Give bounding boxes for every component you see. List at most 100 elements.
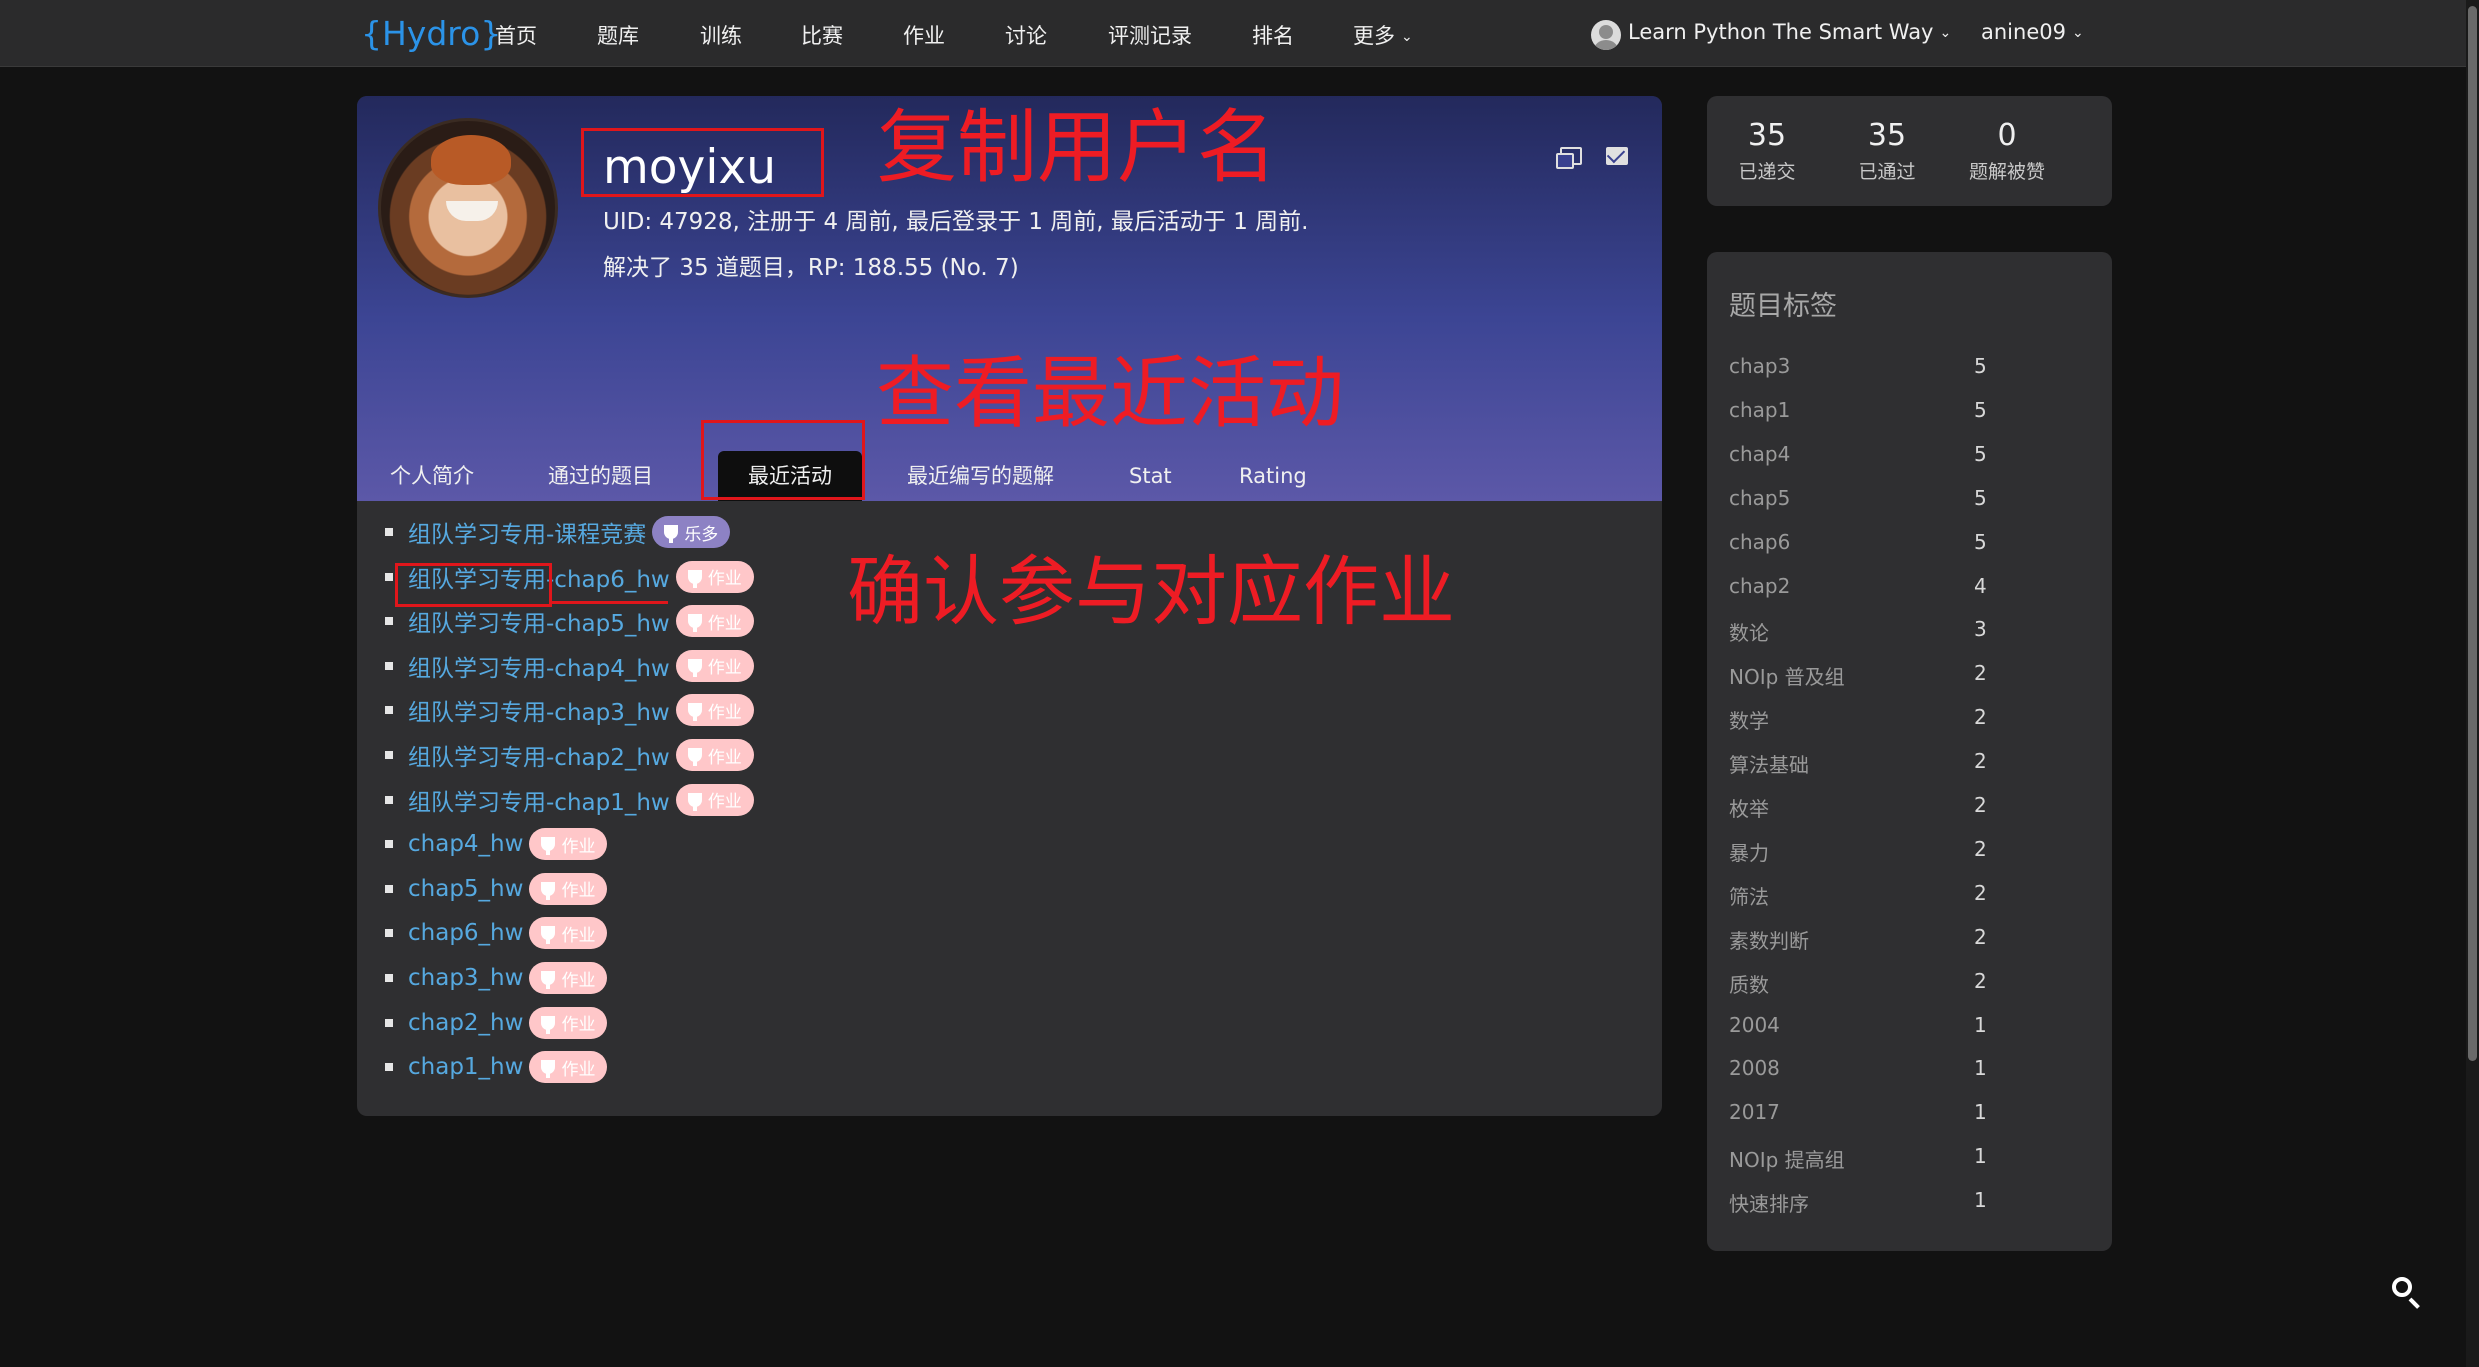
message-icon[interactable] [1556, 147, 1582, 169]
tag-row[interactable]: chap2 4 [1729, 574, 2029, 604]
tag-name[interactable]: NOIp 提高组 [1729, 1144, 1845, 1173]
tag-row[interactable]: chap5 5 [1729, 486, 2029, 516]
badge-label: 作业 [707, 613, 742, 634]
tag-name[interactable]: 2008 [1729, 1056, 1780, 1080]
tab-solved[interactable]: 通过的题目 [518, 451, 683, 501]
tags-card: 题目标签 chap3 5 chap1 5 chap4 5 chap5 5 chap6 5 chap2… [1707, 252, 2112, 1251]
tag-row[interactable]: 枚举 2 [1729, 793, 2029, 823]
nav-ranking[interactable]: 排名 [1252, 20, 1294, 50]
tag-name[interactable]: chap1 [1729, 398, 1790, 422]
bullet-icon [385, 795, 393, 804]
tag-row[interactable]: 质数 2 [1729, 969, 2029, 999]
tag-name[interactable]: 暴力 [1729, 837, 1769, 866]
tag-row[interactable]: NOIp 提高组 1 [1729, 1144, 2029, 1174]
activity-link[interactable]: 组队学习专用-chap2_hw [408, 738, 670, 772]
trophy-icon [541, 971, 556, 989]
tag-row[interactable]: 数学 2 [1729, 705, 2029, 735]
activity-link[interactable]: 组队学习专用-课程竞赛 [408, 515, 646, 549]
nav-problems[interactable]: 题库 [597, 20, 639, 50]
tag-row[interactable]: NOIp 普及组 2 [1729, 661, 2029, 691]
tag-name[interactable]: NOIp 普及组 [1729, 661, 1845, 690]
trophy-icon [664, 525, 679, 543]
tag-name[interactable]: 快速排序 [1729, 1188, 1809, 1217]
activity-link[interactable]: chap2_hw [408, 1010, 523, 1036]
activity-item: chap4_hw 作业 [385, 826, 608, 862]
activity-link[interactable]: chap6_hw [408, 920, 523, 946]
tag-count: 1 [1974, 1188, 1987, 1213]
tag-name[interactable]: 算法基础 [1729, 749, 1809, 778]
domain-avatar-icon [1591, 20, 1621, 50]
tag-name[interactable]: 质数 [1729, 969, 1769, 998]
bullet-icon [385, 884, 393, 893]
tag-name[interactable]: 枚举 [1729, 793, 1769, 822]
nav-home[interactable]: 首页 [495, 20, 537, 50]
bullet-icon [385, 1063, 393, 1072]
nav-homework[interactable]: 作业 [903, 20, 945, 50]
tag-name[interactable]: chap5 [1729, 486, 1790, 510]
tag-row[interactable]: chap4 5 [1729, 442, 2029, 472]
tag-name[interactable]: chap4 [1729, 442, 1790, 466]
stat-likes: 0 题解被赞 [1968, 118, 2045, 183]
stat-accepted: 35 已通过 [1858, 118, 1916, 183]
nav-discussion[interactable]: 讨论 [1005, 20, 1047, 50]
activity-link[interactable]: chap1_hw [408, 1054, 523, 1080]
tag-count: 5 [1974, 397, 1987, 422]
tag-row[interactable]: 暴力 2 [1729, 837, 2029, 867]
tab-rating[interactable]: Rating [1209, 451, 1337, 501]
activity-link[interactable]: chap3_hw [408, 965, 523, 991]
tab-stat[interactable]: Stat [1099, 451, 1202, 501]
nav-training[interactable]: 训练 [700, 20, 742, 50]
tag-name[interactable]: 数论 [1729, 617, 1769, 646]
tag-row[interactable]: 数论 3 [1729, 617, 2029, 647]
nav-user-menu[interactable]: anine09 ⌄ [1981, 20, 2084, 44]
tag-row[interactable]: 算法基础 2 [1729, 749, 2029, 779]
activity-link[interactable]: 组队学习专用-chap5_hw [408, 604, 670, 638]
tag-count: 3 [1974, 617, 1987, 642]
tag-row[interactable]: 2004 1 [1729, 1013, 2029, 1043]
tag-row[interactable]: chap6 5 [1729, 530, 2029, 560]
tag-count: 2 [1974, 836, 1987, 861]
tab-bio[interactable]: 个人简介 [360, 451, 504, 501]
activity-link[interactable]: chap5_hw [408, 876, 523, 902]
badge-label: 作业 [561, 1015, 596, 1036]
annotation-confirm-hw: 确认参与对应作业 [847, 547, 1455, 636]
tag-name[interactable]: 数学 [1729, 705, 1769, 734]
tag-name[interactable]: chap2 [1729, 574, 1790, 598]
tag-name[interactable]: 2004 [1729, 1013, 1780, 1037]
nav-records[interactable]: 评测记录 [1108, 20, 1192, 50]
tag-name[interactable]: 筛法 [1729, 881, 1769, 910]
scrollbar-thumb[interactable] [2468, 6, 2477, 1061]
mail-icon[interactable] [1606, 147, 1628, 165]
tag-row[interactable]: chap1 5 [1729, 398, 2029, 428]
activity-link[interactable]: 组队学习专用-chap3_hw [408, 693, 670, 727]
tab-recent-solutions[interactable]: 最近编写的题解 [877, 451, 1084, 501]
trophy-icon [687, 614, 702, 633]
activity-link[interactable]: chap4_hw [408, 831, 523, 857]
nav-contest[interactable]: 比赛 [801, 20, 843, 50]
tag-row[interactable]: chap3 5 [1729, 354, 2029, 384]
tag-name[interactable]: 2017 [1729, 1100, 1780, 1124]
tag-row[interactable]: 2008 1 [1729, 1056, 2029, 1086]
page-scrollbar[interactable] [2466, 0, 2479, 1367]
badge-label: 作业 [707, 569, 742, 590]
hydro-logo[interactable]: {Hydro} [361, 12, 501, 54]
tag-row[interactable]: 素数判断 2 [1729, 925, 2029, 955]
tag-row[interactable]: 快速排序 1 [1729, 1188, 2029, 1218]
activity-link[interactable]: 组队学习专用-chap1_hw [408, 783, 670, 817]
nav-more[interactable]: 更多 ⌄ [1353, 20, 1413, 50]
annotation-view-activity: 查看最近活动 [876, 349, 1345, 439]
homework-badge: 作业 [529, 828, 608, 861]
activity-link[interactable]: 组队学习专用-chap4_hw [408, 649, 670, 683]
badge-label: 乐多 [684, 524, 719, 545]
tag-row[interactable]: 2017 1 [1729, 1100, 2029, 1130]
nav-domain-switch[interactable]: Learn Python The Smart Way ⌄ [1628, 20, 1951, 44]
profile-tabs: 个人简介 通过的题目 最近活动 最近编写的题解 Stat Rating [357, 451, 1662, 501]
search-icon[interactable] [2390, 1275, 2426, 1311]
tag-name[interactable]: chap6 [1729, 530, 1790, 554]
bullet-icon [385, 840, 393, 849]
tag-name[interactable]: chap3 [1729, 354, 1790, 378]
tag-row[interactable]: 筛法 2 [1729, 881, 2029, 911]
stat-submitted: 35 已递交 [1738, 118, 1796, 183]
tag-name[interactable]: 素数判断 [1729, 925, 1809, 954]
activity-item: chap5_hw 作业 [385, 871, 608, 907]
